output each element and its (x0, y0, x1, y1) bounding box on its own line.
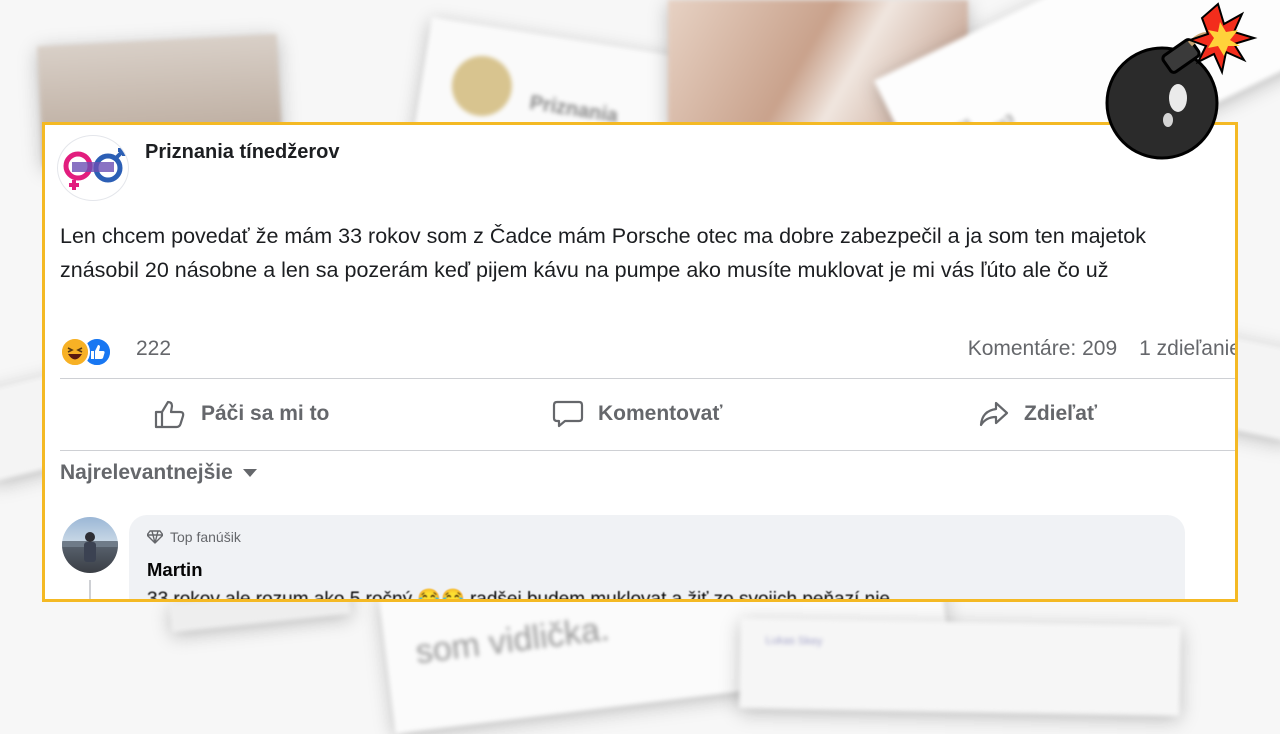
post-text: Len chcem povedať že mám 33 rokov som z … (60, 224, 1146, 282)
facebook-post-card: Priznania tínedžerov Len chcem povedať ž… (42, 122, 1238, 602)
share-label: Zdieľať (1024, 402, 1097, 425)
post-action-bar: Páči sa mi to Komentovať Zdieľať (60, 383, 1235, 445)
comment-author[interactable]: Martin (147, 559, 203, 581)
post-stats: Komentáre: 209 1 zdieľanie (968, 337, 1235, 361)
comment-sort-dropdown[interactable]: Najrelevantnejšie (60, 461, 257, 485)
background-comment-name: Lukas Skey (765, 634, 823, 648)
background-logo (447, 51, 517, 121)
share-button[interactable]: Zdieľať (978, 395, 1097, 433)
comment-bubble: Top fanúšik Martin 33 rokov ale rozum ak… (129, 515, 1185, 602)
page-name[interactable]: Priznania tínedžerov (145, 141, 340, 164)
divider (60, 450, 1235, 451)
diamond-icon (147, 530, 163, 544)
commenter-avatar[interactable] (62, 517, 118, 573)
like-button[interactable]: Páči sa mi to (153, 395, 329, 433)
share-arrow-icon (979, 401, 1009, 427)
like-label: Páči sa mi to (201, 402, 330, 425)
like-thumb-icon (154, 400, 185, 429)
sort-label: Najrelevantnejšie (60, 461, 233, 484)
page-avatar[interactable] (57, 135, 129, 201)
reaction-count: 222 (136, 337, 172, 360)
background-small-comment: Lukas Skey (739, 618, 1181, 716)
top-fan-badge: Top fanúšik (147, 529, 241, 545)
shares-count[interactable]: 1 zdieľanie (1139, 337, 1235, 360)
top-fan-label: Top fanúšik (170, 529, 241, 545)
caret-down-icon (242, 469, 257, 477)
comment-button[interactable]: Komentovať (552, 395, 722, 433)
haha-reaction-icon (60, 337, 90, 367)
divider (60, 378, 1235, 379)
comments-count[interactable]: Komentáre: 209 (968, 337, 1117, 360)
comment-label: Komentovať (598, 402, 723, 425)
comment-thread-line (89, 580, 91, 599)
background-comment-text: som vidlička. (413, 609, 612, 672)
bomb-icon (1105, 2, 1258, 160)
comment-bubble-icon (552, 400, 584, 428)
comment-text: 33 rokov ale rozum ako 5 ročný 😂😂 radšej… (147, 589, 891, 602)
